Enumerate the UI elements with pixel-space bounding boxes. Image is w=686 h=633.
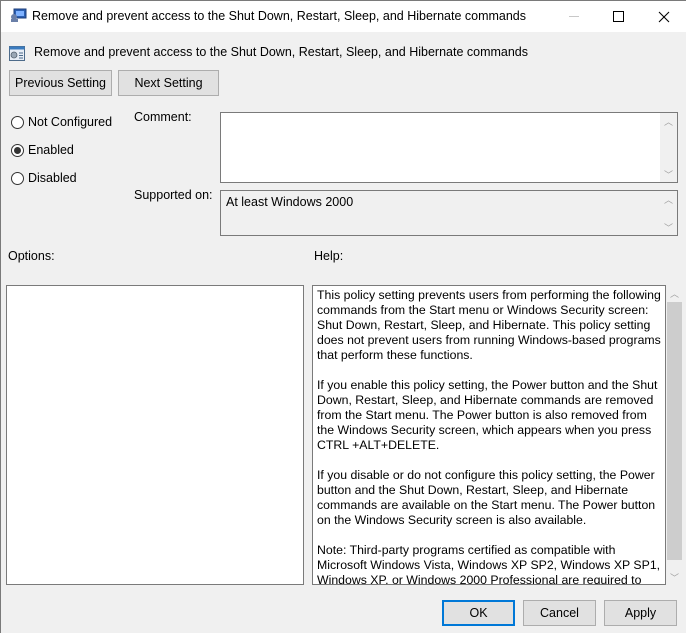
next-setting-button[interactable]: Next Setting bbox=[118, 70, 219, 96]
policy-dialog-window: Remove and prevent access to the Shut Do… bbox=[0, 0, 686, 633]
scroll-down-icon[interactable]: ﹀ bbox=[666, 569, 683, 585]
title-bar[interactable]: Remove and prevent access to the Shut Do… bbox=[1, 1, 686, 32]
maximize-icon bbox=[612, 11, 624, 22]
options-label: Options: bbox=[8, 249, 55, 263]
help-scrollbar[interactable]: ︿ ﹀ bbox=[666, 285, 683, 585]
comment-label: Comment: bbox=[134, 110, 192, 124]
scroll-thumb[interactable] bbox=[667, 302, 682, 560]
help-label: Help: bbox=[314, 249, 344, 263]
radio-not-configured[interactable]: Not Configured bbox=[11, 115, 112, 129]
radio-enabled[interactable]: Enabled bbox=[11, 143, 74, 157]
ok-button[interactable]: OK bbox=[442, 600, 515, 626]
close-button[interactable] bbox=[641, 1, 686, 32]
radio-circle[interactable] bbox=[11, 171, 24, 185]
window-title: Remove and prevent access to the Shut Do… bbox=[32, 9, 527, 23]
minimize-button[interactable] bbox=[551, 1, 597, 32]
group-policy-app-icon bbox=[11, 8, 27, 22]
policy-title: Remove and prevent access to the Shut Do… bbox=[34, 45, 529, 59]
help-paragraph: Note: Third-party programs certified as … bbox=[317, 543, 661, 585]
supported-on-field: At least Windows 2000 ︿ ﹀ bbox=[220, 190, 678, 236]
radio-label: Enabled bbox=[28, 143, 74, 157]
scroll-up-icon[interactable]: ︿ bbox=[660, 113, 677, 129]
supported-on-label: Supported on: bbox=[134, 188, 213, 202]
supported-scrollbar[interactable]: ︿ ﹀ bbox=[660, 191, 677, 235]
apply-button[interactable]: Apply bbox=[604, 600, 677, 626]
scroll-up-icon[interactable]: ︿ bbox=[666, 285, 683, 301]
radio-label: Not Configured bbox=[28, 115, 113, 129]
scroll-down-icon[interactable]: ﹀ bbox=[660, 166, 677, 182]
scroll-down-icon[interactable]: ﹀ bbox=[660, 219, 677, 235]
maximize-button[interactable] bbox=[595, 1, 641, 32]
help-paragraph: This policy setting prevents users from … bbox=[317, 288, 661, 362]
radio-circle-selected[interactable] bbox=[11, 143, 24, 157]
close-icon bbox=[658, 11, 670, 22]
comment-scrollbar[interactable]: ︿ ﹀ bbox=[660, 113, 677, 182]
help-paragraph: If you enable this policy setting, the P… bbox=[317, 378, 658, 452]
help-text: This policy setting prevents users from … bbox=[313, 286, 665, 585]
cancel-button[interactable]: Cancel bbox=[523, 600, 596, 626]
radio-label: Disabled bbox=[28, 171, 77, 185]
policy-setting-icon bbox=[9, 46, 25, 61]
options-panel bbox=[6, 285, 304, 585]
comment-textarea[interactable]: ︿ ﹀ bbox=[220, 112, 678, 183]
help-paragraph: If you disable or do not configure this … bbox=[317, 468, 656, 527]
scroll-up-icon[interactable]: ︿ bbox=[660, 191, 677, 207]
radio-disabled[interactable]: Disabled bbox=[11, 171, 77, 185]
previous-setting-button[interactable]: Previous Setting bbox=[9, 70, 112, 96]
help-panel: This policy setting prevents users from … bbox=[312, 285, 666, 585]
minimize-icon bbox=[569, 16, 579, 17]
radio-circle[interactable] bbox=[11, 115, 24, 129]
supported-on-value: At least Windows 2000 bbox=[226, 195, 354, 209]
